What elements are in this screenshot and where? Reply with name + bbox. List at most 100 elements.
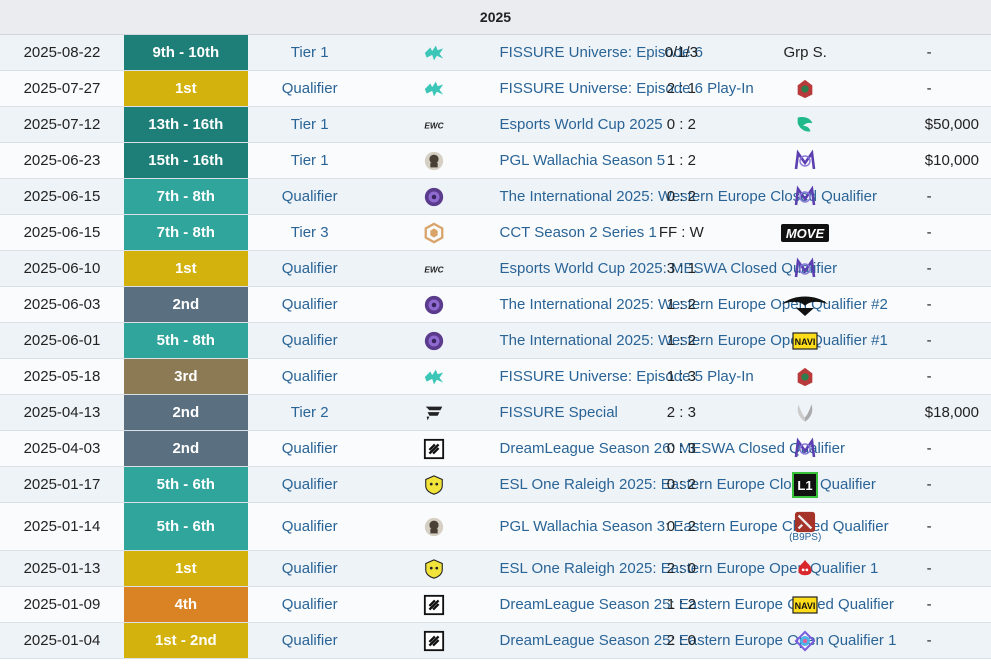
tier-link[interactable]: Qualifier bbox=[247, 358, 372, 395]
red-flame-icon[interactable] bbox=[794, 559, 816, 576]
tournament-link[interactable]: ESL One Raleigh 2025: Eastern Europe Ope… bbox=[495, 550, 878, 587]
tournament-link[interactable]: The International 2025: Western Europe C… bbox=[495, 178, 877, 215]
fissure-icon[interactable] bbox=[371, 70, 496, 107]
tournament-link[interactable]: DreamLeague Season 26: MESWA Closed Qual… bbox=[495, 430, 845, 467]
esl-icon[interactable] bbox=[371, 550, 496, 587]
tournament-link[interactable]: ESL One Raleigh 2025: Eastern Europe Clo… bbox=[495, 466, 876, 503]
placement-badge: 1st bbox=[123, 250, 248, 287]
tournament-link[interactable]: PGL Wallachia Season 3: Eastern Europe C… bbox=[495, 502, 889, 551]
ti-icon[interactable] bbox=[371, 322, 496, 359]
tier-link[interactable]: Qualifier bbox=[247, 550, 372, 587]
table-row: 2025-07-27 1st Qualifier FISSURE Universe: … bbox=[0, 70, 991, 107]
colorful-icon[interactable] bbox=[793, 630, 817, 651]
dreamleague-icon[interactable] bbox=[371, 430, 496, 467]
esl-icon[interactable] bbox=[371, 466, 496, 503]
ewc-icon[interactable]: EWC bbox=[371, 106, 496, 143]
move-icon[interactable]: MOVE bbox=[781, 223, 830, 242]
prize-cell: - bbox=[867, 178, 991, 215]
tournament-link[interactable]: DreamLeague Season 25: Eastern Europe Op… bbox=[495, 622, 896, 659]
ti-icon[interactable] bbox=[371, 178, 496, 215]
placement-badge: 5th - 8th bbox=[123, 322, 248, 359]
date-cell: 2025-06-15 bbox=[0, 214, 124, 251]
nigma-icon[interactable] bbox=[793, 436, 817, 457]
year-header: 2025 bbox=[0, 0, 991, 35]
table-row: 2025-06-10 1st Qualifier EWC Esports World C… bbox=[0, 250, 991, 287]
nigma-icon[interactable] bbox=[793, 184, 817, 205]
pgl-icon[interactable] bbox=[371, 142, 496, 179]
tier-link[interactable]: Qualifier bbox=[247, 286, 372, 323]
tournament-link[interactable]: The International 2025: Western Europe O… bbox=[495, 286, 888, 323]
dreamleague-icon[interactable] bbox=[371, 622, 496, 659]
tier-link[interactable]: Qualifier bbox=[247, 322, 372, 359]
l1-icon[interactable]: L1 bbox=[792, 471, 819, 498]
table-row: 2025-01-04 1st - 2nd Qualifier DreamLeague … bbox=[0, 622, 991, 659]
fissure-special-icon[interactable] bbox=[371, 394, 496, 431]
tier-link[interactable]: Qualifier bbox=[247, 622, 372, 659]
placement-badge: 5th - 6th bbox=[123, 502, 248, 551]
navi-icon[interactable]: NAVI bbox=[791, 331, 819, 350]
fissure-icon[interactable] bbox=[371, 34, 496, 71]
dreamleague-icon[interactable] bbox=[371, 586, 496, 623]
nigma-icon[interactable] bbox=[793, 256, 817, 277]
dota-icon[interactable] bbox=[794, 511, 816, 532]
tournament-link[interactable]: CCT Season 2 Series 1 bbox=[495, 214, 657, 251]
red-team-icon[interactable] bbox=[794, 79, 816, 98]
date-cell: 2025-01-09 bbox=[0, 586, 124, 623]
tournament-link[interactable]: The International 2025: Western Europe O… bbox=[495, 322, 888, 359]
tournament-link[interactable]: PGL Wallachia Season 5 bbox=[495, 142, 665, 179]
cct-icon[interactable] bbox=[371, 214, 496, 251]
placement-badge: 1st bbox=[123, 70, 248, 107]
tournament-link[interactable]: DreamLeague Season 25: Eastern Europe Cl… bbox=[495, 586, 894, 623]
tournament-link[interactable]: FISSURE Universe: Episode 5 Play-In bbox=[495, 358, 754, 395]
placement-badge: 7th - 8th bbox=[123, 214, 248, 251]
tier-link[interactable]: Tier 1 bbox=[247, 106, 372, 143]
table-row: 2025-04-032ndQualifier DreamLeague Season… bbox=[0, 430, 991, 467]
date-cell: 2025-01-17 bbox=[0, 466, 124, 503]
date-cell: 2025-04-03 bbox=[0, 430, 124, 467]
table-row: 2025-06-01 5th - 8th Qualifier The Internat… bbox=[0, 322, 991, 359]
navi-icon[interactable]: NAVI bbox=[791, 595, 819, 614]
date-cell: 2025-07-12 bbox=[0, 106, 124, 143]
svg-text:NAVI: NAVI bbox=[795, 337, 816, 347]
falcons-icon[interactable] bbox=[794, 115, 816, 132]
placement-badge: 1st - 2nd bbox=[123, 622, 248, 659]
tier-link[interactable]: Tier 1 bbox=[247, 34, 372, 71]
table-row: 2025-06-15 7th - 8th Tier 3 CCT Season 2 Se… bbox=[0, 214, 991, 251]
tournament-link[interactable]: FISSURE Universe: Episode 6 bbox=[495, 34, 703, 71]
score-cell: 2 : 3 bbox=[619, 394, 744, 431]
tier-link[interactable]: Tier 1 bbox=[247, 142, 372, 179]
tier-link[interactable]: Qualifier bbox=[247, 466, 372, 503]
wings-icon[interactable] bbox=[792, 403, 818, 422]
tournament-link[interactable]: FISSURE Special bbox=[495, 394, 620, 431]
ewc-icon[interactable]: EWC bbox=[371, 250, 496, 287]
placement-badge: 4th bbox=[123, 586, 248, 623]
tournament-link[interactable]: Esports World Cup 2025: MESWA Closed Qua… bbox=[495, 250, 837, 287]
nigma-icon[interactable] bbox=[793, 148, 817, 169]
red-team-icon[interactable] bbox=[794, 367, 816, 386]
pgl-icon[interactable] bbox=[371, 502, 496, 551]
tier-link[interactable]: Tier 2 bbox=[247, 394, 372, 431]
prize-cell: $18,000 bbox=[867, 394, 991, 431]
placement-badge: 5th - 6th bbox=[123, 466, 248, 503]
opponent-text: Grp S. bbox=[783, 44, 827, 61]
tier-link[interactable]: Qualifier bbox=[247, 430, 372, 467]
prize-cell: - bbox=[867, 466, 991, 503]
prize-cell: - bbox=[867, 250, 991, 287]
fissure-icon[interactable] bbox=[371, 358, 496, 395]
placement-badge: 7th - 8th bbox=[123, 178, 248, 215]
tier-link[interactable]: Qualifier bbox=[247, 502, 372, 551]
tier-link[interactable]: Qualifier bbox=[247, 70, 372, 107]
table-row: 2025-06-15 7th - 8th Qualifier The Internat… bbox=[0, 178, 991, 215]
tournament-link[interactable]: FISSURE Universe: Episode 6 Play-In bbox=[495, 70, 754, 107]
table-row: 2025-05-18 3rd Qualifier FISSURE Universe: … bbox=[0, 358, 991, 395]
ti-icon[interactable] bbox=[371, 286, 496, 323]
tournament-link[interactable]: Esports World Cup 2025 bbox=[495, 106, 663, 143]
opponent-cell bbox=[743, 358, 868, 395]
table-row: 2025-07-12 13th - 16th Tier 1 EWC Esports Wo… bbox=[0, 106, 991, 143]
tier-link[interactable]: Qualifier bbox=[247, 586, 372, 623]
liquid-icon[interactable] bbox=[780, 295, 830, 316]
tier-link[interactable]: Qualifier bbox=[247, 178, 372, 215]
tier-link[interactable]: Tier 3 bbox=[247, 214, 372, 251]
tier-link[interactable]: Qualifier bbox=[247, 250, 372, 287]
opponent-cell bbox=[743, 142, 868, 179]
